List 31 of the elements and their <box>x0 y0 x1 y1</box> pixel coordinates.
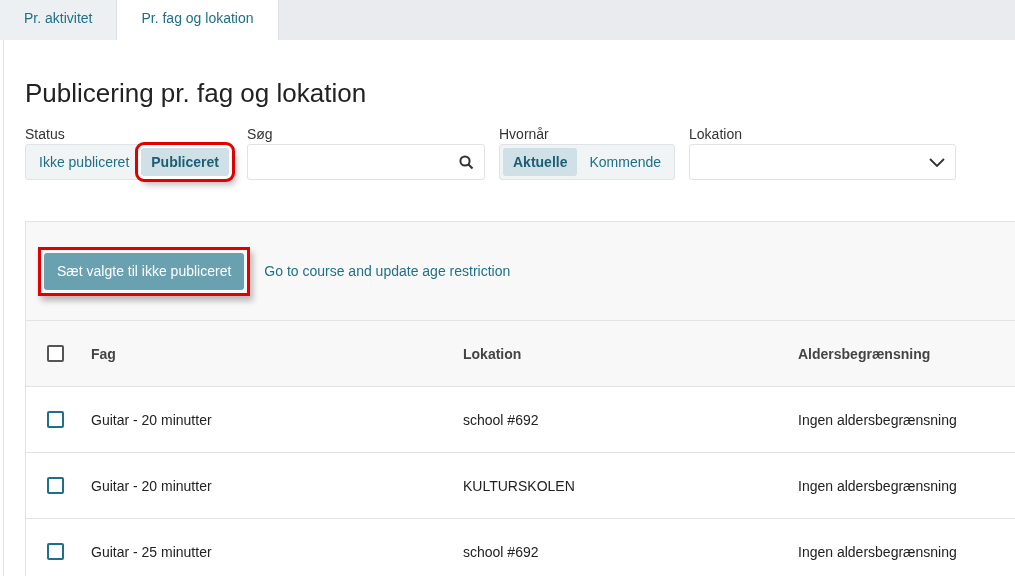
row-checkbox[interactable] <box>47 411 64 428</box>
select-all-checkbox[interactable] <box>47 345 64 362</box>
row-checkbox[interactable] <box>47 477 64 494</box>
search-icon <box>459 154 474 170</box>
table-cell: school #692 <box>463 411 539 428</box>
column-header: Aldersbegrænsning <box>798 345 931 362</box>
table-cell: Guitar - 20 minutter <box>91 411 212 428</box>
tab[interactable]: Pr. fag og lokation <box>117 0 279 40</box>
field-label: Status <box>25 126 66 142</box>
search-field[interactable] <box>247 144 485 180</box>
table-cell: Guitar - 25 minutter <box>91 543 212 560</box>
toggle-option[interactable]: Kommende <box>579 148 672 176</box>
chevron-down-icon <box>929 157 946 167</box>
column-header: Lokation <box>463 345 522 362</box>
table-cell: KULTURSKOLEN <box>463 477 575 494</box>
age-restriction-link[interactable]: Go to course and update age restriction <box>264 263 511 279</box>
table-cell: Ingen aldersbegrænsning <box>798 477 957 494</box>
unpublish-button[interactable]: Sæt valgte til ikke publiceret <box>44 252 245 290</box>
table-cell: school #692 <box>463 543 539 560</box>
row-checkbox[interactable] <box>47 543 64 560</box>
toggle-option[interactable]: Aktuelle <box>503 148 578 176</box>
table-cell: Guitar - 20 minutter <box>91 477 212 494</box>
field-label: Søg <box>247 126 274 142</box>
field-label: Lokation <box>689 126 743 142</box>
table-cell: Ingen aldersbegrænsning <box>798 543 957 560</box>
tab[interactable]: Pr. aktivitet <box>0 0 118 40</box>
table-cell: Ingen aldersbegrænsning <box>798 411 957 428</box>
column-header: Fag <box>91 345 116 362</box>
toggle-option[interactable]: Ikke publiceret <box>29 148 140 176</box>
page-title: Publicering pr. fag og lokation <box>25 78 368 109</box>
field-label: Hvornår <box>499 126 550 142</box>
